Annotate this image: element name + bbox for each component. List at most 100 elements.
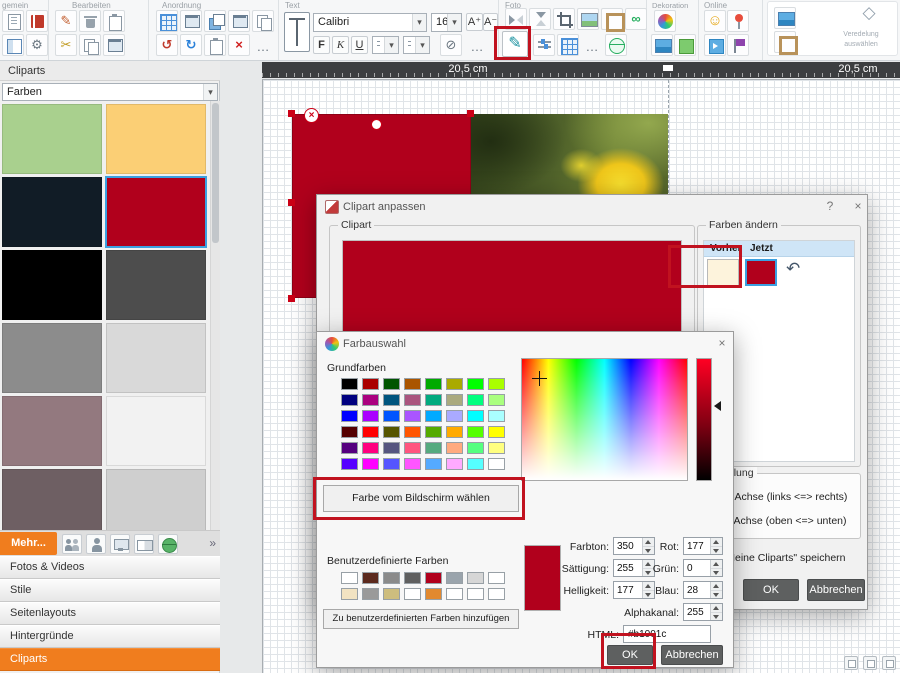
italic-button[interactable]: K <box>332 36 349 54</box>
clipart-swatch[interactable] <box>106 177 206 247</box>
spin-down-icon[interactable] <box>711 591 722 599</box>
revert-color-icon[interactable]: ↶ <box>786 259 800 279</box>
person-icon[interactable] <box>86 534 106 554</box>
basic-color-swatch[interactable] <box>425 410 442 422</box>
clipart-ok-button[interactable]: OK <box>743 579 799 601</box>
spin-up-icon[interactable] <box>711 582 722 591</box>
red-spinbox[interactable]: 177 <box>683 537 723 555</box>
text-frame-icon[interactable] <box>284 12 310 52</box>
paste-button[interactable] <box>103 10 125 32</box>
clipart-swatch[interactable] <box>106 323 206 393</box>
basic-color-swatch[interactable] <box>383 410 400 422</box>
border-button[interactable] <box>674 34 696 56</box>
custom-color-swatch[interactable] <box>425 588 442 600</box>
view-spread-icon[interactable] <box>863 656 877 670</box>
basic-color-swatch[interactable] <box>383 394 400 406</box>
flip-vertical-button[interactable] <box>529 8 551 30</box>
before-color-swatch[interactable] <box>707 259 739 286</box>
rotate-clipart-handle[interactable] <box>371 119 382 130</box>
basic-color-swatch[interactable] <box>362 458 379 470</box>
resize-handle-bottom-left[interactable] <box>288 295 295 302</box>
smiley-button[interactable]: ☺ <box>704 10 726 32</box>
clipart-swatch[interactable] <box>2 469 102 530</box>
arrange-paste-button[interactable] <box>204 34 226 56</box>
custom-color-swatch[interactable] <box>362 572 379 584</box>
clipart-swatch[interactable] <box>106 250 206 320</box>
layout-icon[interactable] <box>2 34 24 56</box>
basic-color-swatch[interactable] <box>488 442 505 454</box>
after-color-swatch[interactable] <box>745 259 777 286</box>
album-icon[interactable] <box>134 534 154 554</box>
pin-button[interactable] <box>727 10 749 32</box>
clipart-swatch[interactable] <box>106 396 206 466</box>
basic-color-swatch[interactable] <box>383 426 400 438</box>
green-spinner[interactable] <box>710 560 722 576</box>
sidebar-scrollbar[interactable] <box>210 101 220 530</box>
underline-button[interactable]: U <box>351 36 368 54</box>
people-icon[interactable] <box>62 534 82 554</box>
nav-item[interactable]: Seitenlayouts <box>0 602 220 625</box>
foto-overflow-button[interactable]: … <box>581 36 603 58</box>
basic-color-swatch[interactable] <box>341 410 358 422</box>
basic-color-swatch[interactable] <box>341 442 358 454</box>
basic-color-swatch[interactable] <box>404 426 421 438</box>
alpha-spinner[interactable] <box>710 604 722 620</box>
basic-color-swatch[interactable] <box>467 442 484 454</box>
remove-button[interactable]: × <box>228 34 250 56</box>
pick-screen-color-button[interactable]: Farbe vom Bildschirm wählen <box>323 485 519 512</box>
basic-color-swatch[interactable] <box>341 378 358 390</box>
bring-front-button[interactable] <box>180 10 202 32</box>
clipart-swatch[interactable] <box>106 469 206 530</box>
alpha-spinbox[interactable]: 255 <box>683 603 723 621</box>
custom-color-swatch[interactable] <box>488 572 505 584</box>
spin-up-icon[interactable] <box>711 560 722 569</box>
project-icon[interactable] <box>26 10 48 32</box>
basic-color-swatch[interactable] <box>425 426 442 438</box>
basic-color-swatch[interactable] <box>383 378 400 390</box>
edit-pencil-button[interactable]: ✎ <box>55 10 77 32</box>
spin-down-icon[interactable] <box>711 547 722 555</box>
custom-color-swatch[interactable] <box>467 588 484 600</box>
flag-button[interactable] <box>727 34 749 56</box>
sidebar-scrollbar-thumb[interactable] <box>212 103 219 243</box>
copy-button[interactable] <box>79 34 101 56</box>
basic-color-swatch[interactable] <box>446 378 463 390</box>
slideshow-icon[interactable] <box>110 534 130 554</box>
custom-color-swatch[interactable] <box>383 572 400 584</box>
resize-handle-top-right[interactable] <box>467 110 474 117</box>
custom-color-swatch[interactable] <box>383 588 400 600</box>
basic-color-swatch[interactable] <box>488 410 505 422</box>
resize-handle-left[interactable] <box>288 199 295 206</box>
basic-color-swatch[interactable] <box>467 410 484 422</box>
clipart-swatch[interactable] <box>106 104 206 174</box>
custom-color-swatch[interactable] <box>362 588 379 600</box>
font-decrease-button[interactable]: A⁻ <box>483 13 498 31</box>
view-fullscreen-icon[interactable] <box>882 656 896 670</box>
basic-color-swatch[interactable] <box>446 458 463 470</box>
red-spinner[interactable] <box>710 538 722 554</box>
basic-color-swatch[interactable] <box>446 410 463 422</box>
font-family-select[interactable]: Calibri ▾ <box>313 13 427 32</box>
text-align-select[interactable]: ▾ <box>372 36 399 54</box>
value-slider[interactable] <box>696 358 712 481</box>
layers-button[interactable] <box>204 10 226 32</box>
no-fill-button[interactable]: ⊘ <box>440 34 462 56</box>
basic-color-swatch[interactable] <box>467 378 484 390</box>
color-cancel-button[interactable]: Abbrechen <box>661 645 723 665</box>
clipart-swatch[interactable] <box>2 396 102 466</box>
nav-item[interactable]: Hintergründe <box>0 625 220 648</box>
photo-grid-button[interactable] <box>557 34 579 56</box>
spin-down-icon[interactable] <box>711 613 722 621</box>
custom-color-swatch[interactable] <box>341 588 358 600</box>
html-color-input[interactable]: #b1001c <box>623 625 711 643</box>
basic-color-swatch[interactable] <box>467 394 484 406</box>
custom-color-swatch[interactable] <box>446 572 463 584</box>
photo-edit-button[interactable]: ✎ <box>502 31 528 57</box>
basic-color-swatch[interactable] <box>404 442 421 454</box>
hue-saturation-field[interactable] <box>521 358 688 481</box>
basic-color-swatch[interactable] <box>404 394 421 406</box>
clipart-swatch[interactable] <box>2 177 102 247</box>
basic-color-swatch[interactable] <box>404 378 421 390</box>
background-button[interactable] <box>651 34 673 56</box>
spin-down-icon[interactable] <box>711 569 722 577</box>
